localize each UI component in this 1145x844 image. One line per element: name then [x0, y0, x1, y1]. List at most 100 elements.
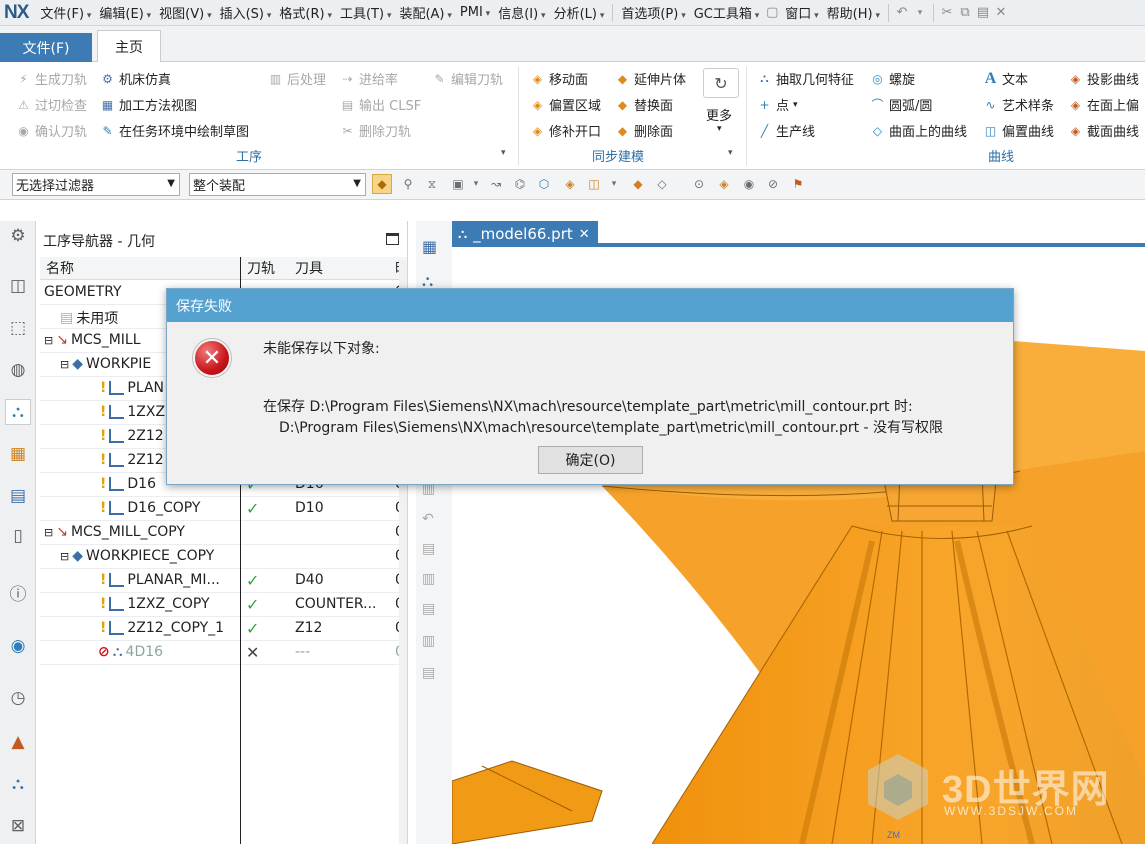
maximize-icon[interactable]: [386, 233, 399, 245]
strip-icon[interactable]: ▥: [422, 571, 435, 587]
menu-analysis[interactable]: 分析(L): [550, 3, 609, 22]
snap-edge-icon[interactable]: ⊘: [765, 176, 781, 192]
table-row[interactable]: !PLANAR_MI... ✓ D40 0: [40, 569, 407, 593]
project-curve-button[interactable]: ◈ 投影曲线: [1068, 69, 1139, 89]
chevron-down-icon[interactable]: ▾: [468, 176, 484, 192]
more-button[interactable]: 更多: [706, 105, 732, 124]
machining-method-view-button[interactable]: ▦ 加工方法视图: [100, 95, 197, 115]
generate-toolpath-button[interactable]: ⚡ 生成刀轨: [16, 69, 87, 89]
table-row[interactable]: !2Z12_COPY_1 ✓ Z12 0: [40, 617, 407, 641]
chevron-down-icon[interactable]: ▾: [911, 4, 929, 22]
program-order-view-icon[interactable]: ▦: [422, 237, 437, 256]
select-group-icon[interactable]: ▣: [450, 176, 466, 192]
strip-icon[interactable]: ↶: [422, 511, 434, 527]
section-curve-button[interactable]: ◈ 截面曲线: [1068, 121, 1139, 141]
ok-button[interactable]: 确定(O): [538, 446, 643, 474]
menu-tools[interactable]: 工具(T): [336, 3, 395, 22]
settings-icon[interactable]: ⚙: [5, 223, 31, 249]
edit-toolpath-button[interactable]: ✎ 编辑刀轨: [432, 69, 503, 89]
cube-icon[interactable]: ◆: [630, 176, 646, 192]
helix-button[interactable]: ◎ 螺旋: [870, 69, 915, 89]
extend-sheet-button[interactable]: ◆ 延伸片体: [615, 69, 686, 89]
library-icon[interactable]: ▯: [5, 523, 31, 549]
move-face-button[interactable]: ◈ 移动面: [530, 69, 588, 89]
menu-gc-toolbox[interactable]: GC工具箱: [690, 3, 764, 22]
constraint-navigator-icon[interactable]: ◍: [5, 357, 31, 383]
select-body-icon[interactable]: ◆: [372, 174, 392, 194]
offset-curve-button[interactable]: ◫ 偏置曲线: [983, 121, 1054, 141]
dialog-title[interactable]: 保存失败: [167, 289, 1013, 322]
type-filter-select[interactable]: 无选择过滤器 ▼: [12, 173, 180, 196]
tab-home[interactable]: 主页: [97, 30, 161, 63]
table-row[interactable]: ⊟◆WORKPIECE_COPY 0: [40, 545, 407, 569]
strip-icon[interactable]: ▤: [422, 665, 435, 681]
menu-view[interactable]: 视图(V): [155, 3, 215, 22]
collapse-icon[interactable]: ⊟: [60, 550, 69, 563]
gouge-check-button[interactable]: ⚠ 过切检查: [16, 95, 87, 115]
menu-file[interactable]: 文件(F): [36, 3, 95, 22]
menu-pmi[interactable]: PMI: [456, 5, 494, 20]
patch-opening-button[interactable]: ◈ 修补开口: [530, 121, 601, 141]
table-row[interactable]: !D16_COPY ✓ D10 0: [40, 497, 407, 521]
snap-end-icon[interactable]: ⚑: [790, 176, 806, 192]
tab-file[interactable]: 文件(F): [0, 33, 92, 62]
select-connected-icon[interactable]: ⌬: [512, 176, 528, 192]
sketch-in-task-env-button[interactable]: ✎ 在任务环境中绘制草图: [100, 121, 249, 141]
menu-info[interactable]: 信息(I): [494, 3, 549, 22]
undo-icon[interactable]: ↶: [893, 4, 911, 22]
text-button[interactable]: A 文本: [983, 69, 1028, 89]
operation-navigator-icon[interactable]: ⛬: [5, 399, 31, 425]
delete-toolpath-button[interactable]: ✂ 删除刀轨: [340, 121, 411, 141]
menu-help[interactable]: 帮助(H): [823, 3, 884, 22]
snap-center-icon[interactable]: ◉: [741, 176, 757, 192]
delete-icon[interactable]: ✕: [992, 4, 1010, 22]
output-clsf-button[interactable]: ▤ 输出 CLSF: [340, 95, 421, 115]
collapse-icon[interactable]: ⊟: [60, 358, 69, 371]
extract-geometry-button[interactable]: ⛬ 抽取几何特征: [757, 69, 854, 88]
chevron-down-icon[interactable]: ▾: [717, 124, 722, 134]
snap-point-icon[interactable]: ⊙: [691, 176, 707, 192]
close-icon[interactable]: ✕: [579, 227, 590, 242]
role-icon[interactable]: ⛬: [5, 771, 31, 797]
collapse-icon[interactable]: ⊟: [44, 334, 53, 347]
offset-on-face-button[interactable]: ◈ 在面上偏: [1068, 95, 1139, 115]
machine-simulation-button[interactable]: ⚙ 机床仿真: [100, 69, 171, 89]
paste-icon[interactable]: ▤: [974, 4, 992, 22]
filter-icon[interactable]: ⧖: [424, 176, 440, 192]
verify-toolpath-button[interactable]: ◉ 确认刀轨: [16, 121, 87, 141]
strip-icon[interactable]: ▤: [422, 601, 435, 617]
column-header-tool[interactable]: 刀具: [289, 257, 391, 280]
delete-face-button[interactable]: ◆ 删除面: [615, 121, 673, 141]
part-navigator-icon[interactable]: ◫: [5, 273, 31, 299]
table-row[interactable]: ⊘⛬4D16 ✕ --- 0: [40, 641, 407, 665]
visualization-icon[interactable]: ▲: [5, 729, 31, 755]
chevron-down-icon[interactable]: ▾: [606, 176, 622, 192]
table-row[interactable]: ⊟↘MCS_MILL_COPY 0: [40, 521, 407, 545]
table-row[interactable]: !1ZXZ_COPY ✓ COUNTER... 0: [40, 593, 407, 617]
refresh-icon[interactable]: ↻: [703, 68, 739, 98]
curve-on-surface-button[interactable]: ◇ 曲面上的曲线: [870, 121, 967, 141]
line-button[interactable]: ╱ 生产线: [757, 121, 815, 141]
offset-region-button[interactable]: ◈ 偏置区域: [530, 95, 601, 115]
menu-insert[interactable]: 插入(S): [216, 3, 276, 22]
system-scene-icon[interactable]: ⊠: [5, 813, 31, 839]
menu-edit[interactable]: 编辑(E): [95, 3, 155, 22]
arc-circle-button[interactable]: ⌒ 圆弧/圆: [870, 95, 932, 114]
replace-face-button[interactable]: ◆ 替换面: [615, 95, 673, 115]
postprocess-button[interactable]: ▥ 后处理: [268, 69, 326, 89]
cube-outline-icon[interactable]: ◇: [654, 176, 670, 192]
tab-model[interactable]: ⛬ _model66.prt ✕: [452, 221, 598, 247]
cut-icon[interactable]: ✂: [938, 4, 956, 22]
menu-assembly[interactable]: 装配(A): [395, 3, 455, 22]
select-region-icon[interactable]: ◫: [586, 176, 602, 192]
column-header-toolpath[interactable]: 刀轨: [241, 257, 289, 280]
point-button[interactable]: + 点 ▾: [757, 95, 797, 115]
selection-scope-select[interactable]: 整个装配 ▼: [189, 173, 366, 196]
collapse-icon[interactable]: ⊟: [44, 526, 53, 539]
chevron-down-icon[interactable]: ▾: [728, 148, 733, 158]
strip-icon[interactable]: ▤: [422, 541, 435, 557]
menu-format[interactable]: 格式(R): [275, 3, 336, 22]
feedrate-button[interactable]: ⇢ 进给率: [340, 69, 398, 89]
machine-tool-navigator-icon[interactable]: ▦: [5, 441, 31, 467]
hexagon-icon[interactable]: ⬡: [536, 176, 552, 192]
